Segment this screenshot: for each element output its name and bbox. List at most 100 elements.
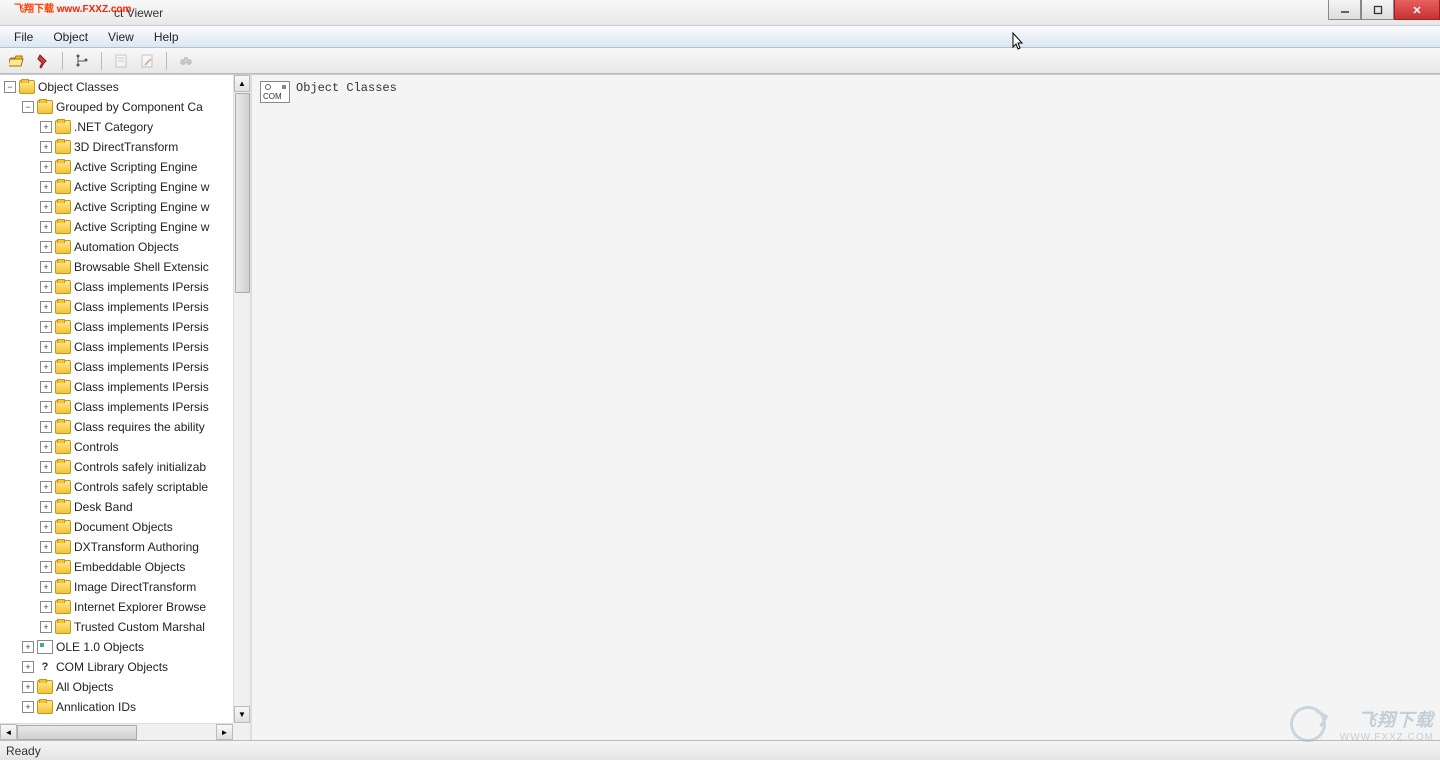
binoculars-icon[interactable] [175, 50, 197, 72]
tree-node-child-21[interactable]: +DXTransform Authoring [0, 537, 250, 557]
menu-view[interactable]: View [98, 28, 144, 46]
tree-root-object-classes[interactable]: −Object Classes [0, 77, 250, 97]
expander-icon[interactable]: + [22, 701, 34, 713]
tree-node-label: Desk Band [74, 500, 133, 514]
expander-icon[interactable]: + [40, 241, 52, 253]
window-title: ct Viewer [114, 6, 163, 20]
pin-icon[interactable] [32, 50, 54, 72]
tree-node-sibling-0[interactable]: +OLE 1.0 Objects [0, 637, 250, 657]
tree-node-label: Active Scripting Engine w [74, 220, 209, 234]
scroll-left-icon[interactable]: ◄ [0, 724, 17, 740]
expander-icon[interactable]: − [22, 101, 34, 113]
tree-node-child-22[interactable]: +Embeddable Objects [0, 557, 250, 577]
folder-icon [55, 300, 71, 314]
expander-icon[interactable]: + [40, 381, 52, 393]
tree-node-label: Image DirectTransform [74, 580, 196, 594]
expander-icon[interactable]: + [40, 201, 52, 213]
expander-icon[interactable]: + [40, 301, 52, 313]
minimize-button[interactable] [1328, 0, 1361, 20]
folder-icon [55, 200, 71, 214]
tree-node-child-10[interactable]: +Class implements IPersis [0, 317, 250, 337]
vertical-scrollbar[interactable]: ▲ ▼ [233, 75, 250, 723]
expander-icon[interactable]: + [40, 521, 52, 533]
expander-icon[interactable]: + [22, 641, 34, 653]
expander-icon[interactable]: + [40, 561, 52, 573]
expander-icon[interactable]: + [40, 461, 52, 473]
tree-node-child-5[interactable]: + Active Scripting Engine w [0, 217, 250, 237]
tree-node-child-18[interactable]: +Controls safely scriptable [0, 477, 250, 497]
tree-node-child-11[interactable]: +Class implements IPersis [0, 337, 250, 357]
menu-help[interactable]: Help [144, 28, 189, 46]
menu-file[interactable]: File [4, 28, 43, 46]
expander-icon[interactable]: + [40, 141, 52, 153]
tree-node-child-20[interactable]: +Document Objects [0, 517, 250, 537]
expander-icon[interactable]: + [40, 161, 52, 173]
tree-node-child-6[interactable]: +Automation Objects [0, 237, 250, 257]
tree-node-child-15[interactable]: +Class requires the ability [0, 417, 250, 437]
expander-icon[interactable]: + [40, 281, 52, 293]
tree-node-sibling-1[interactable]: +?COM Library Objects [0, 657, 250, 677]
tree-node-child-4[interactable]: +Active Scripting Engine w [0, 197, 250, 217]
expander-icon[interactable]: + [40, 621, 52, 633]
close-button[interactable] [1394, 0, 1440, 20]
expander-icon[interactable]: + [40, 541, 52, 553]
scroll-right-icon[interactable]: ► [216, 724, 233, 740]
tree-node-sibling-2[interactable]: +All Objects [0, 677, 250, 697]
tree-node-child-19[interactable]: + Desk Band [0, 497, 250, 517]
scroll-thumb-h[interactable] [17, 725, 137, 740]
scroll-thumb[interactable] [235, 93, 250, 293]
horizontal-scrollbar[interactable]: ◄ ► [0, 723, 233, 740]
tree-view[interactable]: −Object Classes−Grouped by Component Ca+… [0, 75, 250, 740]
doc-icon[interactable] [110, 50, 132, 72]
tree-node-child-14[interactable]: +Class implements IPersis [0, 397, 250, 417]
tree-node-child-17[interactable]: +Controls safely initializab [0, 457, 250, 477]
expander-icon[interactable]: + [40, 221, 52, 233]
tree-node-child-0[interactable]: +.NET Category [0, 117, 250, 137]
folder-icon [55, 420, 71, 434]
scroll-down-icon[interactable]: ▼ [234, 706, 250, 723]
doc-edit-icon[interactable] [136, 50, 158, 72]
folder-icon [55, 340, 71, 354]
expander-icon[interactable]: + [40, 481, 52, 493]
tree-node-child-12[interactable]: +Class implements IPersis [0, 357, 250, 377]
folder-icon [55, 520, 71, 534]
expander-icon[interactable]: + [40, 501, 52, 513]
tree-node-child-7[interactable]: +Browsable Shell Extensic [0, 257, 250, 277]
tree-node-child-13[interactable]: +Class implements IPersis [0, 377, 250, 397]
folder-icon [37, 700, 53, 714]
expander-icon[interactable]: + [22, 661, 34, 673]
maximize-button[interactable] [1361, 0, 1394, 20]
expander-icon[interactable]: + [40, 421, 52, 433]
tree-node-child-23[interactable]: + Image DirectTransform [0, 577, 250, 597]
expander-icon[interactable]: + [40, 341, 52, 353]
expander-icon[interactable]: + [22, 681, 34, 693]
expander-icon[interactable]: + [40, 581, 52, 593]
open-icon[interactable] [6, 50, 28, 72]
tree-node-child-24[interactable]: +Internet Explorer Browse [0, 597, 250, 617]
scroll-up-icon[interactable]: ▲ [234, 75, 250, 92]
tree-node-child-16[interactable]: + Controls [0, 437, 250, 457]
expander-icon[interactable]: + [40, 601, 52, 613]
tree-node-child-3[interactable]: +Active Scripting Engine w [0, 177, 250, 197]
tree-icon[interactable] [71, 50, 93, 72]
tree-node-sibling-3[interactable]: +Annlication IDs [0, 697, 250, 717]
tree-node-child-25[interactable]: +Trusted Custom Marshal [0, 617, 250, 637]
tree-node-grouped[interactable]: − Grouped by Component Ca [0, 97, 250, 117]
q-icon: ? [37, 660, 53, 674]
tree-node-label: Grouped by Component Ca [56, 100, 203, 114]
folder-icon [55, 160, 71, 174]
tree-node-label: Controls [74, 440, 119, 454]
tree-node-child-9[interactable]: +Class implements IPersis [0, 297, 250, 317]
expander-icon[interactable]: + [40, 401, 52, 413]
expander-icon[interactable]: + [40, 121, 52, 133]
menu-object[interactable]: Object [43, 28, 98, 46]
expander-icon[interactable]: + [40, 361, 52, 373]
expander-icon[interactable]: − [4, 81, 16, 93]
tree-node-child-2[interactable]: +Active Scripting Engine [0, 157, 250, 177]
tree-node-child-8[interactable]: +Class implements IPersis [0, 277, 250, 297]
expander-icon[interactable]: + [40, 441, 52, 453]
expander-icon[interactable]: + [40, 321, 52, 333]
expander-icon[interactable]: + [40, 261, 52, 273]
expander-icon[interactable]: + [40, 181, 52, 193]
tree-node-child-1[interactable]: +3D DirectTransform [0, 137, 250, 157]
